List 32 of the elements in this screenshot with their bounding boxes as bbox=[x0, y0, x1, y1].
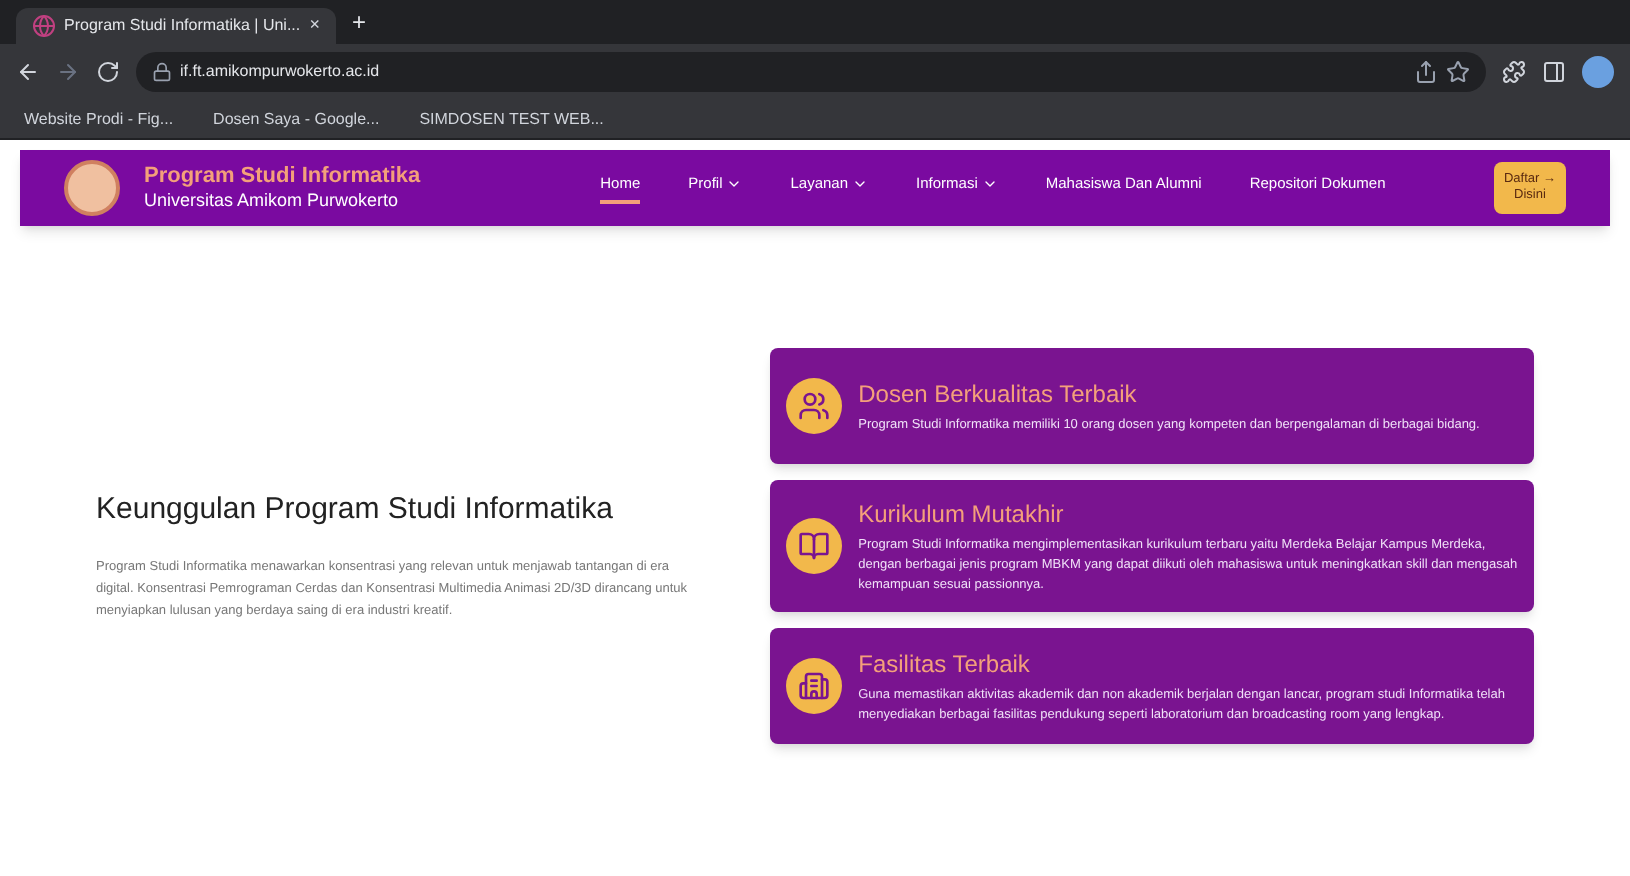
star-icon[interactable] bbox=[1446, 60, 1470, 84]
tab-title: Program Studi Informatika | Uni... bbox=[64, 14, 302, 38]
feature-title: Fasilitas Terbaik bbox=[858, 647, 1032, 681]
profile-avatar[interactable] bbox=[1582, 56, 1614, 88]
tab-close[interactable]: × bbox=[309, 12, 320, 40]
bookmark-link[interactable]: SIMDOSEN TEST WEB... bbox=[419, 107, 604, 131]
side-panel-icon[interactable] bbox=[1542, 60, 1566, 84]
site-subtitle: Universitas Amikom Purwokerto bbox=[144, 190, 401, 213]
building-icon bbox=[798, 669, 831, 701]
section-heading: Keunggulan Program Studi Informatika bbox=[96, 489, 615, 530]
bookmark-link[interactable]: Website Prodi - Fig... bbox=[24, 107, 174, 131]
url-text: if.ft.amikompurwokerto.ac.id bbox=[180, 60, 380, 84]
site-title: Program Studi Informatika bbox=[144, 163, 421, 191]
forward-icon[interactable] bbox=[56, 60, 80, 84]
feature-title: Kurikulum Mutakhir bbox=[858, 497, 1066, 531]
favicon-icon bbox=[32, 14, 56, 38]
book-icon bbox=[798, 529, 831, 561]
caret-icon bbox=[852, 176, 869, 192]
back-icon[interactable] bbox=[16, 60, 40, 84]
share-icon[interactable] bbox=[1414, 60, 1438, 84]
new-tab-button[interactable]: + bbox=[352, 4, 367, 40]
logo-icon bbox=[64, 160, 120, 216]
feature-title: Dosen Berkualitas Terbaik bbox=[858, 377, 1139, 411]
reload-icon[interactable] bbox=[96, 60, 120, 84]
people-icon bbox=[798, 389, 831, 421]
bookmark-link[interactable]: Dosen Saya - Google... bbox=[213, 107, 380, 131]
caret-icon bbox=[981, 176, 998, 192]
address-bar[interactable]: if.ft.amikompurwokerto.ac.id bbox=[136, 52, 1486, 92]
browser-tab[interactable]: Program Studi Informatika | Uni... × bbox=[16, 8, 336, 44]
caret-icon bbox=[726, 176, 743, 192]
extensions-icon[interactable] bbox=[1502, 60, 1526, 84]
lock-icon bbox=[152, 62, 172, 82]
